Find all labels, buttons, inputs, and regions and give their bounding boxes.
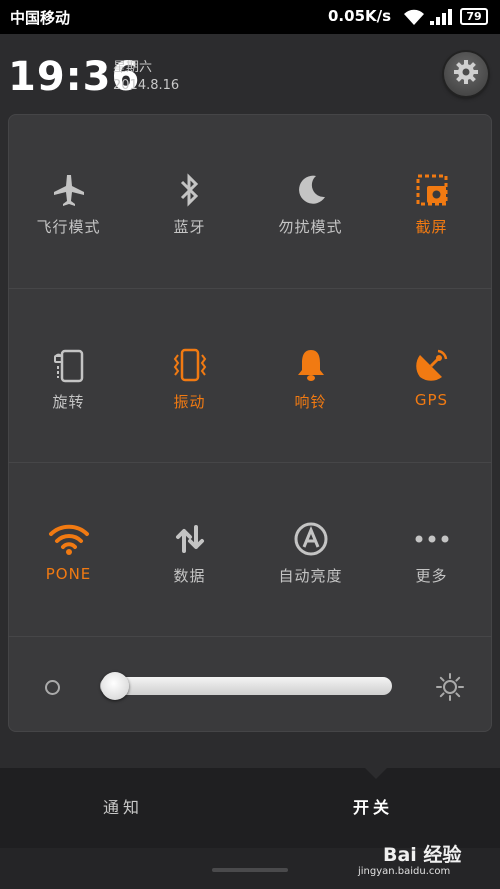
rotation-icon (8, 345, 129, 385)
weekday: 星期六 (113, 60, 153, 75)
toggle-ringer[interactable]: 响铃 (250, 289, 371, 463)
data-icon (129, 519, 250, 559)
signal-icon (430, 9, 454, 29)
active-tab-indicator (364, 767, 388, 779)
screenshot-icon (371, 170, 492, 210)
bottom-tabs: 通知 开关 (0, 767, 500, 848)
toggle-label: 响铃 (294, 393, 327, 411)
toggle-do-not-disturb[interactable]: 勿扰模式 (250, 114, 371, 288)
toggle-gps[interactable]: GPS (371, 289, 492, 463)
toggle-label: 截屏 (415, 218, 448, 236)
more-icon (371, 519, 492, 559)
toggle-mobile-data[interactable]: 数据 (129, 463, 250, 637)
notification-header: 19:36 星期六 2014.8.16 (0, 34, 500, 114)
bell-icon (250, 345, 371, 385)
toggle-rotation[interactable]: 旋转 (8, 289, 129, 463)
toggle-label: 自动亮度 (278, 567, 343, 585)
toggle-screenshot[interactable]: 截屏 (371, 114, 492, 288)
toggle-airplane[interactable]: 飞行模式 (8, 114, 129, 288)
toggle-label: GPS (414, 391, 449, 409)
watermark-url: jingyan.baidu.com (358, 866, 451, 877)
airplane-icon (8, 170, 129, 210)
toggle-label: PONE (45, 565, 92, 583)
brightness-slider[interactable] (100, 677, 392, 695)
toggle-row: 旋转 振动 响铃 GPS (8, 288, 492, 463)
brightness-control (8, 636, 492, 733)
carrier-name: 中国移动 (10, 9, 71, 27)
tab-toggles[interactable]: 开关 (353, 794, 393, 818)
toggle-bluetooth[interactable]: 蓝牙 (129, 114, 250, 288)
toggle-auto-brightness[interactable]: 自动亮度 (250, 463, 371, 637)
toggle-row: 飞行模式 蓝牙 勿扰模式 截屏 (8, 114, 492, 288)
vibrate-icon (129, 345, 250, 385)
bluetooth-icon (129, 170, 250, 210)
toggle-label: 旋转 (52, 393, 85, 411)
gps-icon (371, 345, 492, 385)
toggle-row: PONE 数据 自动亮度 更多 (8, 462, 492, 637)
brightness-low-icon (45, 680, 60, 695)
quick-toggles-panel: 飞行模式 蓝牙 勿扰模式 截屏 旋转 振动 响铃 GPS PONE 数据 自动亮… (8, 114, 492, 732)
tab-notifications[interactable]: 通知 (103, 794, 143, 818)
settings-button[interactable] (444, 52, 488, 96)
toggle-more[interactable]: 更多 (371, 463, 492, 637)
wifi-status-icon (402, 8, 426, 30)
toggle-label: 数据 (173, 567, 206, 585)
auto-brightness-icon (250, 519, 371, 559)
network-speed: 0.05K/s (328, 7, 392, 25)
gear-icon (453, 59, 479, 89)
toggle-label: 飞行模式 (36, 218, 101, 236)
toggle-label: 蓝牙 (173, 218, 206, 236)
brightness-high-icon (435, 672, 465, 706)
drag-handle[interactable] (212, 868, 288, 872)
battery-indicator: 79 (460, 8, 488, 25)
wifi-icon (8, 519, 129, 559)
moon-icon (250, 170, 371, 210)
toggle-wifi[interactable]: PONE (8, 463, 129, 637)
toggle-label: 勿扰模式 (278, 218, 343, 236)
toggle-label: 振动 (173, 393, 206, 411)
toggle-label: 更多 (415, 567, 448, 585)
date: 2014.8.16 (113, 78, 180, 93)
status-bar: 中国移动 0.05K/s 79 (0, 0, 500, 34)
toggle-vibrate[interactable]: 振动 (129, 289, 250, 463)
brightness-slider-thumb[interactable] (101, 672, 129, 700)
watermark-logo: Bai 经验 (383, 844, 462, 866)
